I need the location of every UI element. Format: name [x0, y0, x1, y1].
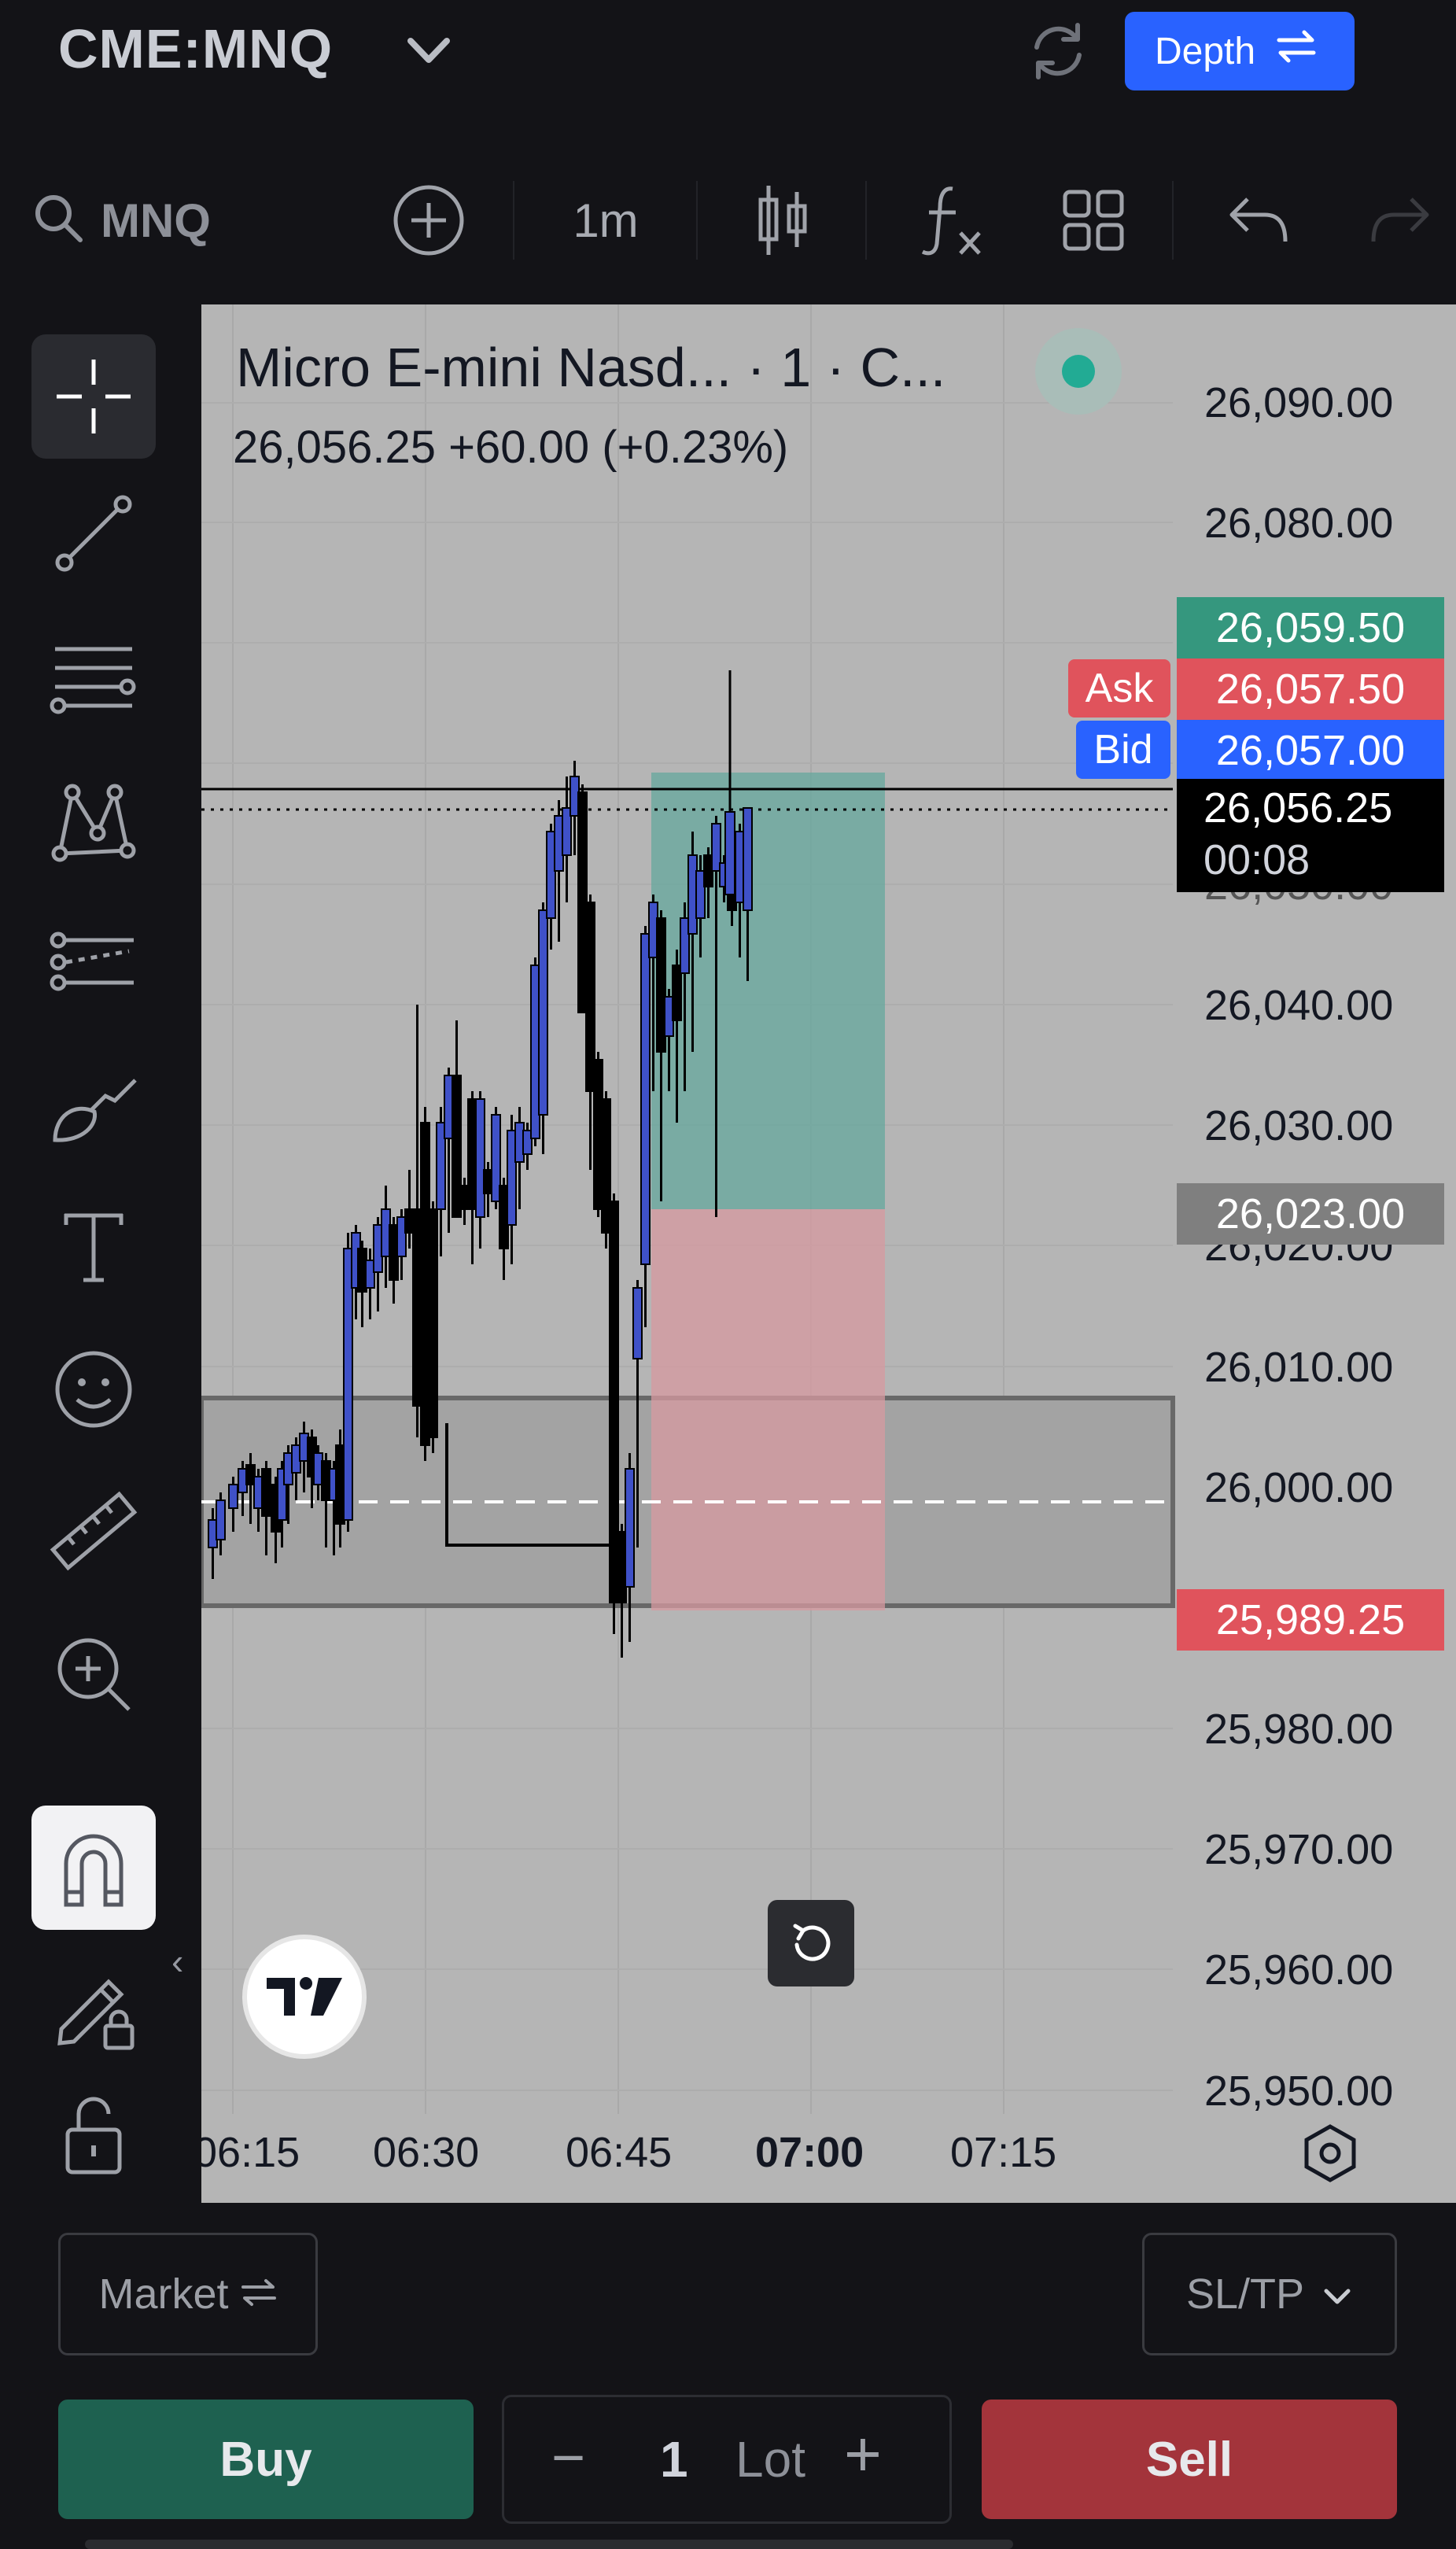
market-open-indicator [1035, 328, 1122, 415]
target-price-tag: 26,059.50 [1177, 597, 1444, 658]
sltp-dropdown[interactable]: SL/TP [1142, 2233, 1397, 2355]
bar-countdown: 00:08 [1204, 836, 1310, 883]
undo-icon[interactable] [1211, 149, 1306, 291]
bid-price-tag: 26,057.00 [1177, 720, 1444, 781]
ask-price-tag: 26,057.50 [1177, 658, 1444, 720]
entry-price-tag: 26,023.00 [1177, 1183, 1444, 1245]
bid-label: Bid [1076, 721, 1170, 779]
interval-label: 1m [573, 194, 639, 247]
time-axis-label: 06:30 [373, 2129, 480, 2176]
price-chart[interactable]: Micro E-mini Nasd... · 1 · C... 26,056.2… [201, 304, 1456, 2203]
candle-body [743, 807, 753, 911]
indicators-icon[interactable] [905, 149, 999, 291]
order-type-label: Market [98, 2270, 229, 2318]
chart-settings-icon[interactable] [1287, 2114, 1373, 2193]
quantity-value[interactable]: 1 [660, 2430, 688, 2488]
buy-button[interactable]: Buy [58, 2400, 474, 2519]
stop-zone [651, 1209, 885, 1610]
chevron-down-icon [1321, 2270, 1353, 2318]
reset-chart-icon[interactable] [768, 1900, 854, 1986]
chart-toolbar: MNQ 1m [0, 149, 1456, 291]
tradingview-logo[interactable] [242, 1935, 367, 2059]
increase-quantity-button[interactable]: + [844, 2418, 882, 2492]
swap-icon [240, 2270, 278, 2318]
trend-line-icon[interactable] [31, 471, 156, 596]
order-panel: Market SL/TP Buy − 1 Lot + Sell [0, 2203, 1456, 2549]
lock-drawing-icon[interactable] [31, 1942, 156, 2067]
candle-body [632, 1287, 643, 1359]
candle-body [216, 1500, 226, 1540]
unlock-icon[interactable] [31, 2071, 156, 2196]
price-axis-label: 26,010.00 [1204, 1344, 1394, 1391]
last-price-tag: 26,056.25 00:08 [1177, 779, 1444, 892]
order-type-button[interactable]: Market [58, 2233, 318, 2355]
candle-body [625, 1468, 635, 1588]
fib-retracement-icon[interactable] [31, 614, 156, 739]
candle-body [428, 1208, 438, 1438]
forecast-icon[interactable] [31, 899, 156, 1024]
drawing-toolbar: ‹ [0, 303, 201, 2203]
search-text: MNQ [101, 194, 211, 247]
price-axis-label: 25,960.00 [1204, 1946, 1394, 1994]
symbol-search[interactable]: MNQ [31, 149, 267, 291]
candle-body [228, 1484, 238, 1509]
brush-icon[interactable] [31, 1042, 156, 1167]
redo-icon[interactable] [1353, 149, 1447, 291]
candle-body [343, 1248, 353, 1521]
time-axis-label: 07:00 [755, 2129, 864, 2176]
price-axis-label: 26,030.00 [1204, 1102, 1394, 1149]
search-icon [31, 191, 87, 250]
quantity-stepper: − 1 Lot + [502, 2395, 952, 2524]
price-axis-label: 25,970.00 [1204, 1826, 1394, 1873]
symbol-title[interactable]: CME:MNQ [58, 17, 333, 80]
header-bar: CME:MNQ Depth [0, 0, 1456, 102]
sltp-label: SL/TP [1185, 2270, 1305, 2318]
candle-body [640, 933, 651, 1265]
separator [696, 181, 698, 260]
ask-label: Ask [1068, 659, 1170, 717]
price-axis-label: 25,980.00 [1204, 1706, 1394, 1753]
candle-body [261, 1468, 271, 1517]
chart-quote: 26,056.25 +60.00 (+0.23%) [233, 422, 789, 473]
price-axis-label: 26,040.00 [1204, 982, 1394, 1029]
separator [513, 181, 514, 260]
zoom-in-icon[interactable] [31, 1612, 156, 1736]
chart-title: Micro E-mini Nasd... · 1 · C... [236, 337, 946, 398]
decrease-quantity-button[interactable]: − [551, 2424, 585, 2491]
candle-body [475, 1098, 485, 1218]
crosshair-icon[interactable] [31, 334, 156, 459]
separator [1172, 181, 1174, 260]
price-axis-label: 26,080.00 [1204, 500, 1394, 547]
time-axis-label: 06:45 [566, 2129, 673, 2176]
last-price: 26,056.25 [1204, 784, 1393, 832]
candle-body [538, 909, 548, 1116]
depth-label: Depth [1155, 30, 1256, 72]
price-axis-label: 25,950.00 [1204, 2068, 1394, 2115]
add-symbol-icon[interactable] [385, 149, 472, 291]
time-axis-label: 06:15 [201, 2129, 300, 2176]
layout-icon[interactable] [1046, 149, 1141, 291]
quantity-unit: Lot [735, 2431, 805, 2488]
collapse-toolbar-icon[interactable]: ‹ [171, 1940, 183, 1983]
text-icon[interactable] [31, 1184, 156, 1308]
candles-icon[interactable] [739, 149, 826, 291]
candle-body [724, 811, 735, 895]
ruler-icon[interactable] [31, 1469, 156, 1593]
time-axis-label: 07:15 [950, 2129, 1057, 2176]
pattern-icon[interactable] [31, 758, 156, 882]
price-axis-label: 26,000.00 [1204, 1464, 1394, 1511]
separator [865, 181, 867, 260]
depth-button[interactable]: Depth [1125, 12, 1355, 90]
swap-icon [1274, 28, 1318, 75]
refresh-icon[interactable] [1023, 16, 1093, 87]
sell-button[interactable]: Sell [982, 2400, 1397, 2519]
interval-button[interactable]: 1m [551, 149, 661, 291]
magnet-icon[interactable] [31, 1806, 156, 1930]
stop-price-tag: 25,989.25 [1177, 1589, 1444, 1651]
price-axis-label: 26,090.00 [1204, 379, 1394, 426]
emoji-icon[interactable] [31, 1327, 156, 1452]
profit-zone [651, 773, 885, 1209]
chevron-down-icon[interactable] [401, 30, 456, 74]
home-indicator [85, 2540, 1013, 2549]
